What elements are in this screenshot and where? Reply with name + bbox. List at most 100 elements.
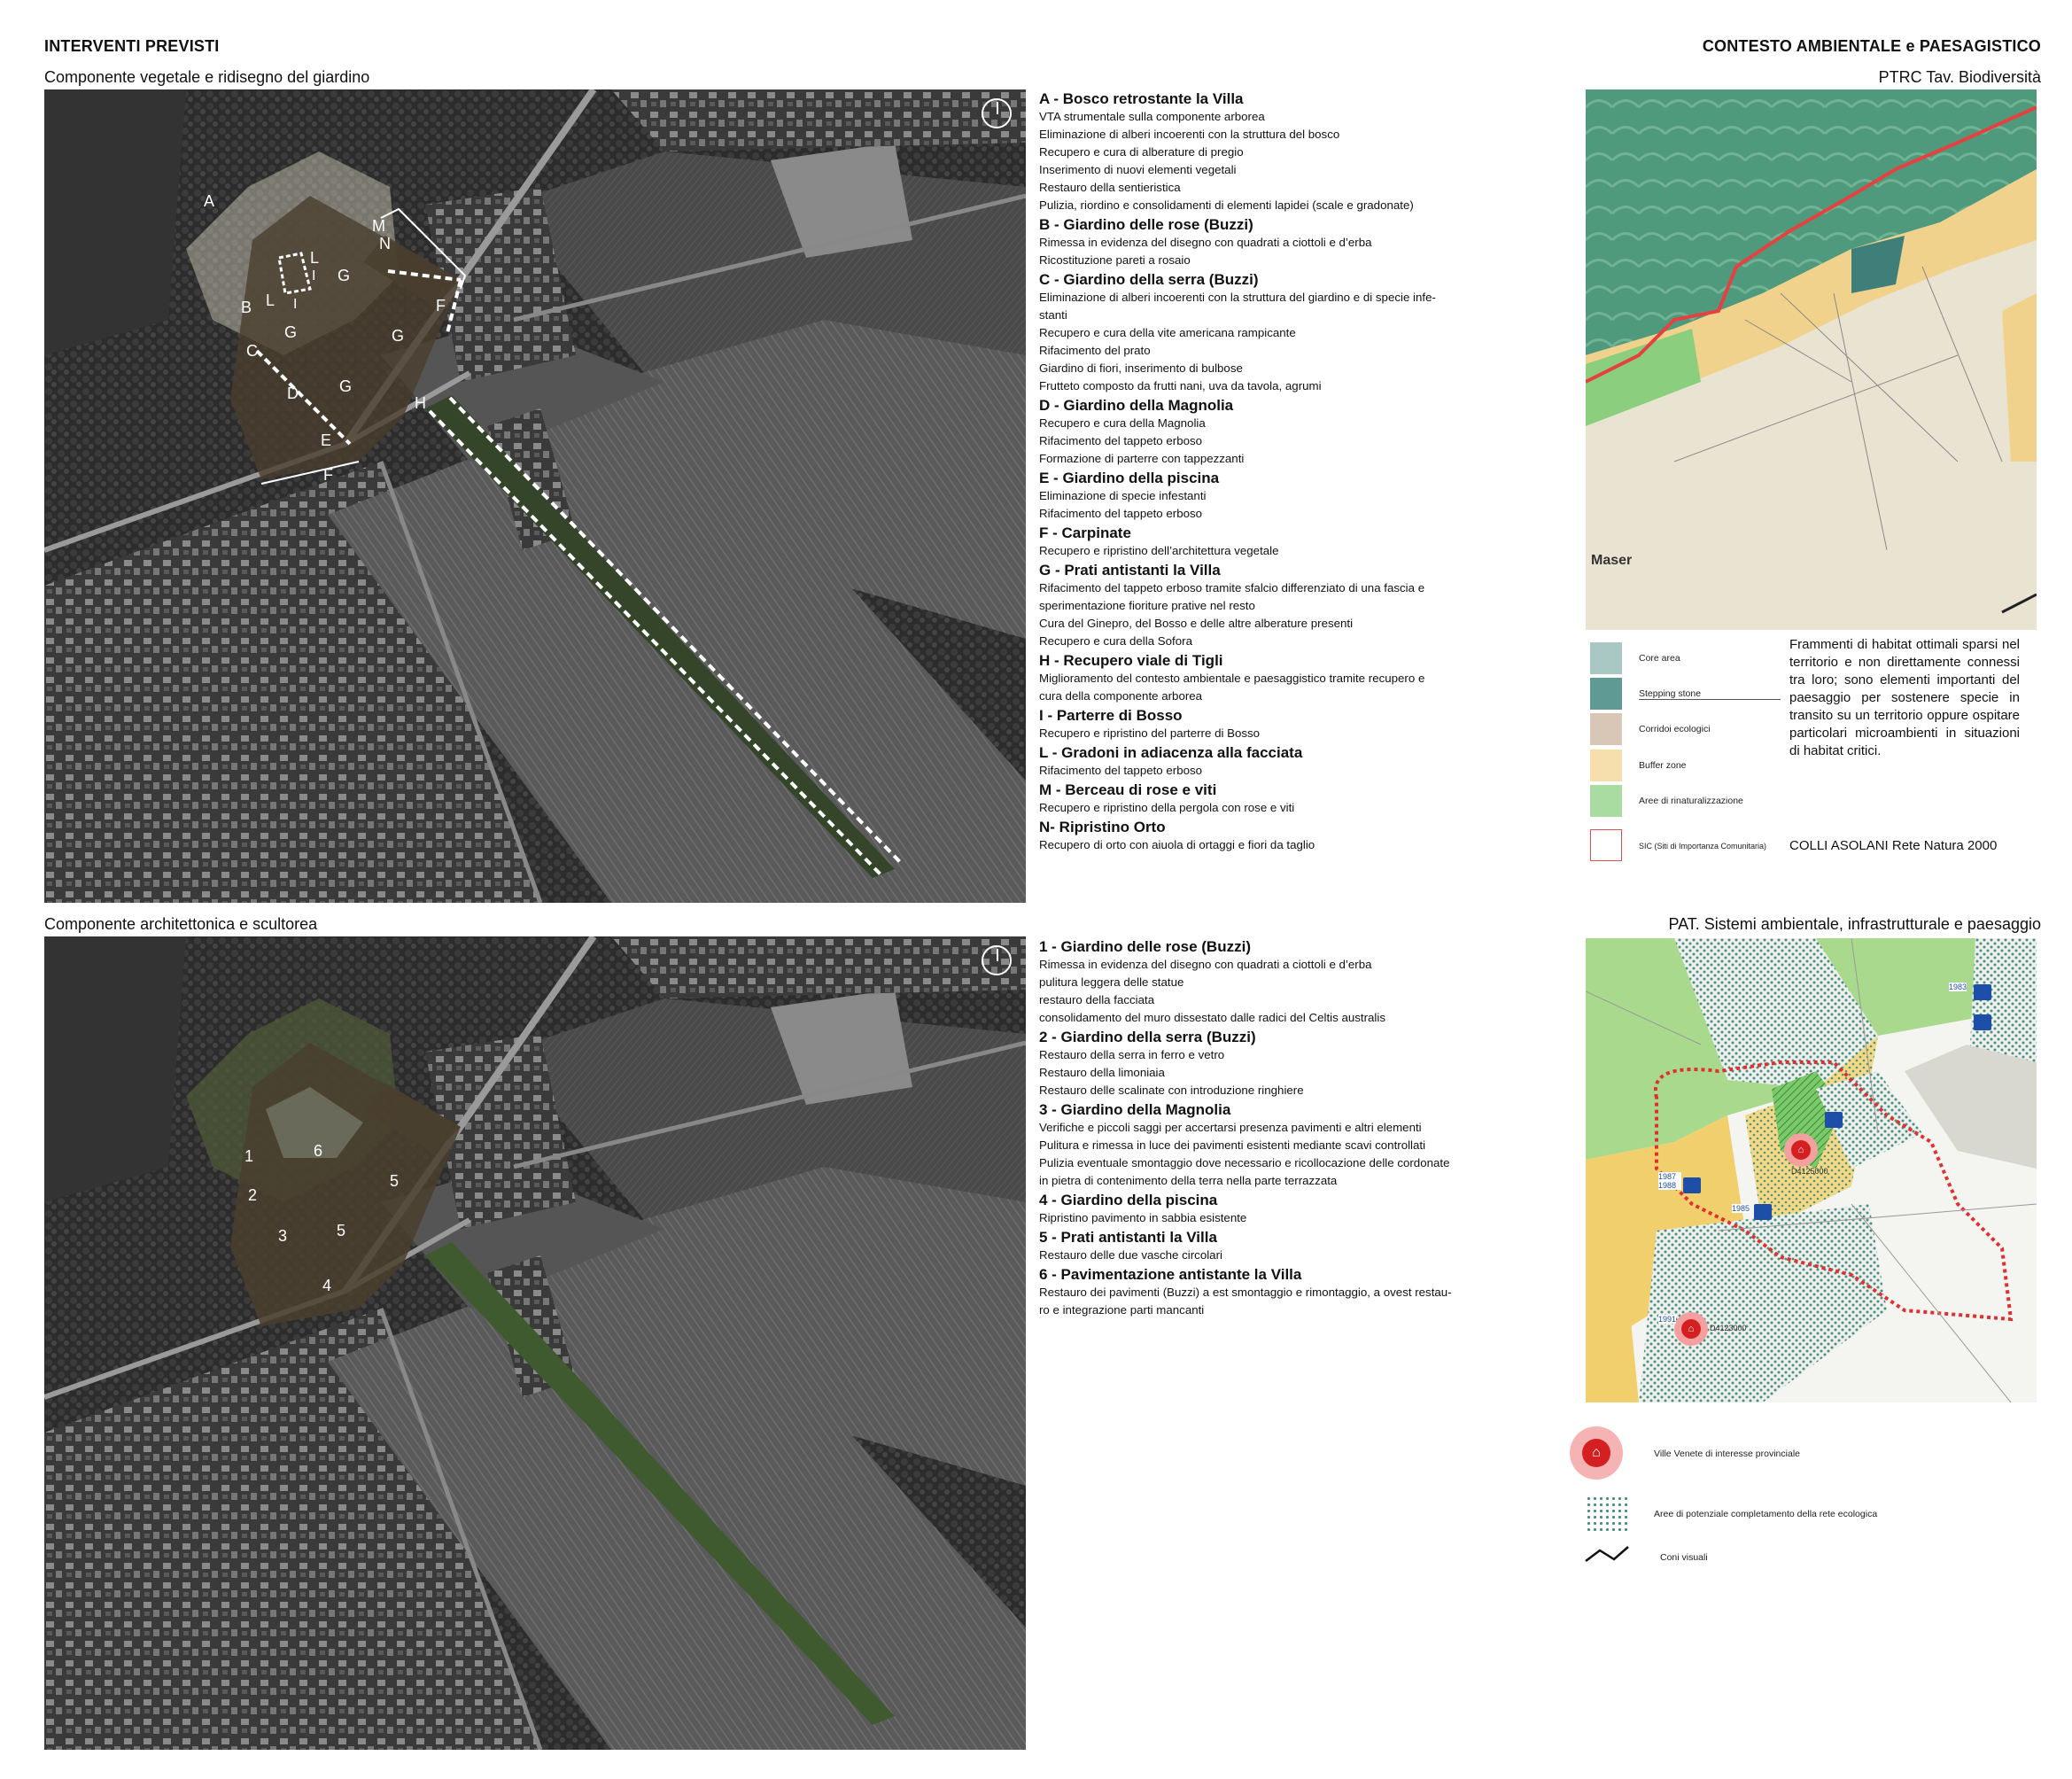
view-cone-icon [1585,1546,1629,1562]
intervention-title: C - Giardino della serra (Buzzi) [1039,271,1259,288]
map-label-4: 4 [322,1277,332,1294]
intervention-title: 2 - Giardino della serra (Buzzi) [1039,1029,1256,1045]
map-label-g2: G [392,327,405,345]
intervention-title: H - Recupero viale di Tigli [1039,652,1223,669]
map-label-5a: 5 [390,1172,400,1190]
intervention-line: Restauro della limoniaia [1039,1066,1165,1079]
legend-core-area: Core area [1639,653,1680,664]
legend-stepping-stone: Stepping stone [1639,688,1781,700]
aerial-map-architectural: 1 6 5 2 5 3 4 [44,936,1026,1750]
intervention-line: Restauro della serra in ferro e vetro [1039,1048,1225,1061]
intervention-title: D - Giardino della Magnolia [1039,397,1234,414]
legend-sic: SIC (Siti di Importanza Comunitaria) [1639,842,1767,851]
villa-icon: ⌂ [1784,1133,1818,1167]
legend-rete-ecologica: Aree di potenziale completamento della r… [1654,1509,1878,1519]
legend-rinaturalizzazione: Aree di rinaturalizzazione [1639,796,1743,806]
map-label-g4: G [339,377,353,395]
building-icon [1974,984,1991,1000]
north-arrow-icon [982,945,1012,975]
intervention-line: Verifiche e piccoli saggi per accertarsi… [1039,1121,1422,1134]
intervention-line: Miglioramento del contesto ambientale e … [1039,672,1425,685]
map-label-d: D [287,385,299,402]
dotted-area-icon [1586,1495,1628,1531]
intervention-line: Inserimento di nuovi elementi vegetali [1039,163,1237,176]
intervention-line: Rifacimento del tappeto erboso [1039,434,1203,447]
intervention-line: Pulizia, riordino e consolidamenti di el… [1039,198,1414,212]
intervention-line: Recupero e ripristino della pergola con … [1039,801,1295,814]
map-label-maser: Maser [1591,553,1633,568]
map-label-5b: 5 [337,1222,346,1239]
intervention-line: VTA strumentale sulla componente arborea [1039,110,1265,123]
architectural-interventions-list: 1 - Giardino delle rose (Buzzi) Rimessa i… [1039,936,1452,1319]
intervention-line: Ricostituzione pareti a rosaio [1039,253,1191,267]
intervention-line: Rimessa in evidenza del disegno con quad… [1039,236,1372,249]
intervention-line: Rifacimento del tappeto erboso [1039,764,1203,777]
legend-ville-venete: Ville Venete di interesse provinciale [1654,1449,1800,1459]
intervention-line: Rifacimento del prato [1039,344,1151,357]
intervention-title: G - Prati antistanti la Villa [1039,562,1221,579]
section1-subtitle: Componente vegetale e ridisegno del giar… [44,68,370,86]
restaurant-icon [1974,1014,1991,1030]
map-label-g3: G [284,323,298,341]
intervention-line: Eliminazione di alberi incoerenti con la… [1039,291,1436,304]
intervention-title: L - Gradoni in adiacenza alla facciata [1039,744,1303,761]
legend-corridoi: Corridoi ecologici [1639,724,1711,734]
intervention-line: Rimessa in evidenza del disegno con quad… [1039,958,1372,971]
pat-map: ⌂ ⌂ 1983 D4125000 1987 1988 1985 1991 D4… [1586,938,2037,1402]
intervention-line: Eliminazione di alberi incoerenti con la… [1039,128,1340,141]
map-label-1987: 1987 1988 [1658,1172,1681,1190]
map-label-a: A [204,192,215,210]
villa-icon: ⌂ [1570,1426,1623,1480]
intervention-line: in pietra di contenimento della terra ne… [1039,1174,1338,1187]
map-label-1: 1 [244,1147,254,1165]
intervention-line: Pulitura e rimessa in luce dei pavimenti… [1039,1138,1426,1152]
map-label-h: H [415,394,426,412]
map-label-g1: G [338,267,351,284]
ptrc-note: Frammenti di habitat ottimali sparsi nel… [1789,637,2020,758]
right-title: CONTESTO AMBIENTALE e PAESAGISTICO [1702,37,2041,55]
intervention-line: Restauro della sentieristica [1039,181,1181,194]
intervention-line: sperimentazione fioriture prative nel re… [1039,599,1255,612]
map-label-2: 2 [248,1186,258,1204]
intervention-title: 3 - Giardino della Magnolia [1039,1101,1231,1118]
intervention-line: Recupero e cura della Magnolia [1039,416,1206,430]
intervention-title: I - Parterre di Bosso [1039,707,1183,724]
intervention-title: F - Carpinate [1039,524,1131,541]
intervention-line: Recupero e cura della vite americana ram… [1039,326,1296,339]
intervention-title: 6 - Pavimentazione antistante la Villa [1039,1266,1302,1283]
intervention-line: stanti [1039,308,1067,322]
intervention-line: Recupero e cura della Sofora [1039,634,1192,648]
map-label-b: B [241,299,252,316]
intervention-line: Giardino di fiori, inserimento di bulbos… [1039,361,1243,375]
ptrc-title: PTRC Tav. Biodiversità [1878,68,2041,86]
intervention-line: Restauro delle due vasche circolari [1039,1248,1222,1262]
intervention-line: Recupero e cura di alberature di pregio [1039,145,1244,159]
intervention-line: Cura del Ginepro, del Bosso e delle altr… [1039,617,1354,630]
map-label-i2: I [293,297,298,312]
intervention-title: M - Berceau di rose e viti [1039,781,1217,798]
legend-coni-visuali: Coni visuali [1660,1552,1708,1563]
intervention-title: A - Bosco retrostante la Villa [1039,90,1244,107]
intervention-line: Restauro dei pavimenti (Buzzi) a est smo… [1039,1286,1452,1299]
intervention-title: B - Giardino delle rose (Buzzi) [1039,216,1253,233]
north-arrow-icon [982,98,1012,128]
ptrc-biodiversity-map: Maser [1586,89,2037,630]
map-label-i1: I [312,268,316,284]
intervention-title: 5 - Prati antistanti la Villa [1039,1229,1217,1246]
aerial-map-vegetal: A M N L G I B L I F G G C G D H E F [44,89,1026,903]
map-label-m: M [372,217,385,235]
intervention-line: Ripristino pavimento in sabbia esistente [1039,1211,1247,1224]
intervention-title: E - Giardino della piscina [1039,470,1220,486]
intervention-line: cura della componente arborea [1039,689,1203,703]
intervention-line: Recupero di orto con aiuola di ortaggi e… [1039,838,1315,851]
map-label-n: N [379,235,391,252]
map-label-f2: F [323,466,333,484]
natura-2000-label: COLLI ASOLANI Rete Natura 2000 [1789,838,1998,853]
intervention-line: Eliminazione di specie infestanti [1039,489,1207,502]
intervention-line: Pulizia eventuale smontaggio dove necess… [1039,1156,1450,1169]
vegetal-interventions-list: A - Bosco retrostante la Villa VTA strume… [1039,89,1436,854]
intervention-line: Frutteto composto da frutti nani, uva da… [1039,379,1322,392]
intervention-title: 1 - Giardino delle rose (Buzzi) [1039,938,1251,955]
intervention-line: Recupero e ripristino del parterre di Bo… [1039,726,1261,740]
map-label-6: 6 [314,1142,323,1160]
